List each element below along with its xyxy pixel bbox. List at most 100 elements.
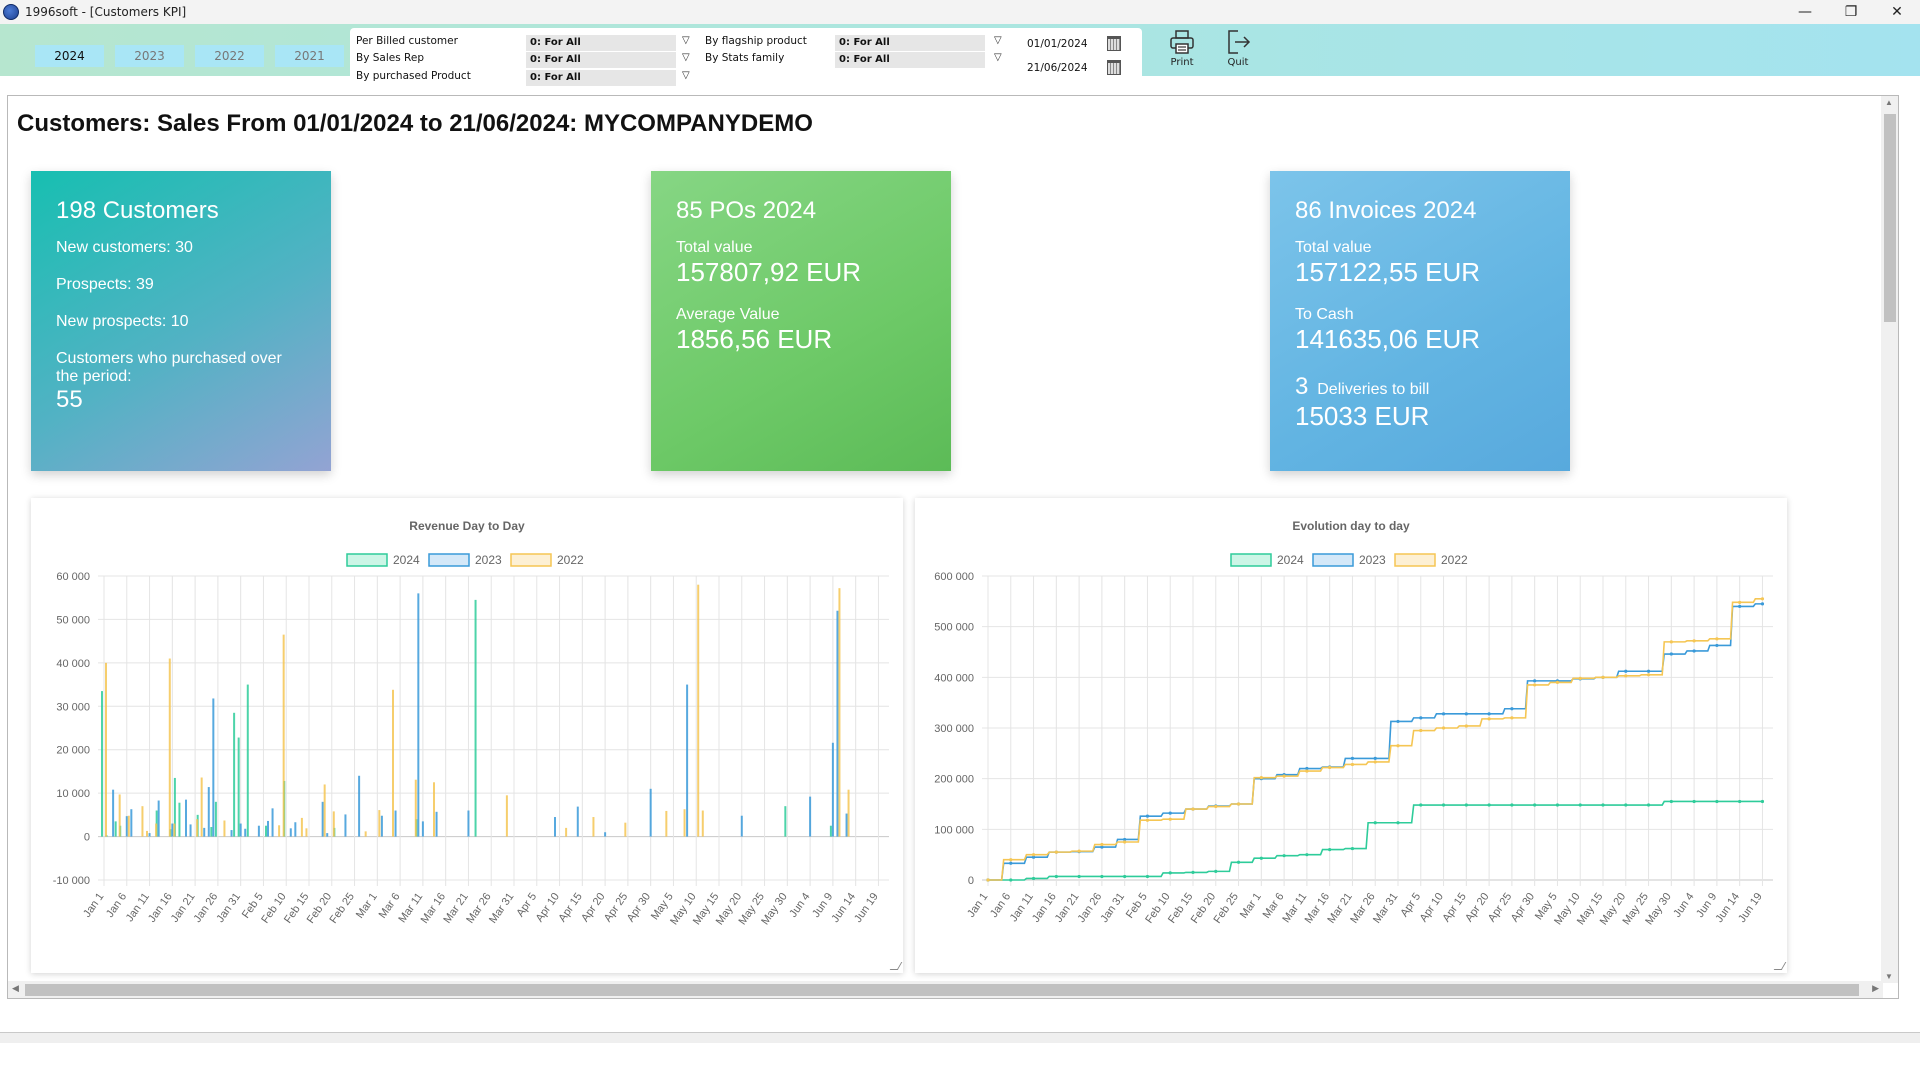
filter-sales-rep-select[interactable]: 0: For All bbox=[526, 52, 676, 68]
maximize-button[interactable]: ❐ bbox=[1828, 0, 1874, 24]
pos-total-value: 157807,92 EUR bbox=[676, 257, 862, 287]
x-tick-label: Jan 31 bbox=[1098, 891, 1127, 925]
scroll-right-icon[interactable]: ▶ bbox=[1872, 983, 1879, 994]
point-2022 bbox=[1601, 675, 1605, 679]
point-2022 bbox=[1555, 680, 1560, 684]
x-tick-label: Apr 30 bbox=[1509, 891, 1537, 924]
bar-2022 bbox=[168, 658, 171, 837]
year-button-2021[interactable]: 2021 bbox=[275, 45, 344, 67]
bar-2022 bbox=[847, 789, 850, 837]
dropdown-arrow-icon[interactable]: ▽ bbox=[682, 35, 690, 46]
bar-2022 bbox=[300, 817, 303, 837]
point-2023 bbox=[1738, 604, 1742, 608]
legend-label-2024: 2024 bbox=[1277, 553, 1304, 567]
x-tick-label: Mar 1 bbox=[1238, 891, 1264, 921]
y-tick-label: 500 000 bbox=[934, 622, 974, 634]
year-button-2023[interactable]: 2023 bbox=[115, 45, 184, 67]
year-button-2024[interactable]: 2024 bbox=[35, 45, 104, 67]
filter-purchased-product: By purchased Product 0: For All ▽ bbox=[356, 70, 696, 86]
point-2022 bbox=[1738, 600, 1742, 604]
point-2023 bbox=[1145, 814, 1150, 818]
dropdown-arrow-icon[interactable]: ▽ bbox=[682, 70, 690, 81]
bar-2023 bbox=[271, 808, 274, 837]
filter-billed-customer-select[interactable]: 0: For All bbox=[526, 35, 676, 51]
point-2022 bbox=[1715, 637, 1719, 641]
point-2024 bbox=[1350, 846, 1355, 851]
point-2022 bbox=[1077, 849, 1081, 853]
to-cash-label: To Cash bbox=[1295, 306, 1354, 323]
point-2022 bbox=[1692, 639, 1696, 643]
y-tick-label: 600 000 bbox=[934, 571, 974, 583]
bar-2023 bbox=[554, 817, 556, 837]
dropdown-arrow-icon[interactable]: ▽ bbox=[994, 52, 1002, 63]
point-2023 bbox=[1419, 716, 1423, 720]
point-2022 bbox=[986, 878, 990, 882]
point-2024 bbox=[1282, 854, 1286, 858]
bar-2023 bbox=[257, 825, 260, 837]
point-2024 bbox=[1738, 799, 1742, 804]
date-from-field[interactable]: 01/01/2024 bbox=[1027, 38, 1088, 50]
print-button[interactable]: Print bbox=[1156, 28, 1208, 74]
bar-2023 bbox=[686, 684, 689, 837]
legend-label-2023: 2023 bbox=[1359, 553, 1386, 567]
vertical-scrollbar[interactable]: ▲ ▼ bbox=[1881, 96, 1898, 983]
point-2022 bbox=[1009, 858, 1013, 862]
point-2024 bbox=[1624, 803, 1628, 807]
calendar-icon[interactable] bbox=[1107, 60, 1121, 75]
bar-2022 bbox=[364, 831, 367, 837]
scroll-up-icon[interactable]: ▲ bbox=[1885, 98, 1893, 107]
vertical-scroll-thumb[interactable] bbox=[1884, 114, 1896, 322]
horizontal-scrollbar[interactable]: ◀ ▶ bbox=[8, 981, 1883, 998]
bar-2024 bbox=[210, 827, 213, 837]
point-2023 bbox=[1373, 756, 1377, 760]
chart-title: Evolution day to day bbox=[1292, 519, 1410, 533]
invoices-kpi-card: 86 Invoices 2024 Total value 157122,55 E… bbox=[1270, 171, 1570, 471]
point-2022 bbox=[1464, 724, 1468, 728]
scroll-down-icon[interactable]: ▼ bbox=[1885, 972, 1893, 981]
bar-2022 bbox=[323, 784, 326, 837]
filter-purchased-product-select[interactable]: 0: For All bbox=[526, 70, 676, 86]
x-tick-label: Mar 1 bbox=[354, 891, 380, 921]
point-2022 bbox=[1214, 804, 1218, 809]
dropdown-arrow-icon[interactable]: ▽ bbox=[682, 52, 690, 63]
new-prospects: New prospects: 10 bbox=[56, 313, 189, 330]
legend-swatch-2023 bbox=[1312, 553, 1354, 567]
filter-stats-family-select[interactable]: 0: For All bbox=[835, 52, 985, 68]
bar-2024 bbox=[178, 802, 181, 837]
bar-2022 bbox=[105, 662, 107, 837]
new-customers: New customers: 30 bbox=[56, 239, 193, 256]
point-2024 bbox=[1009, 878, 1013, 882]
filter-flagship-product-select[interactable]: 0: For All bbox=[835, 35, 985, 51]
point-2024 bbox=[1191, 870, 1195, 874]
dropdown-arrow-icon[interactable]: ▽ bbox=[994, 35, 1002, 46]
bar-2023 bbox=[203, 827, 206, 837]
calendar-icon[interactable] bbox=[1107, 36, 1121, 51]
bar-2023 bbox=[112, 789, 115, 837]
point-2024 bbox=[1555, 803, 1560, 807]
quit-button[interactable]: Quit bbox=[1212, 28, 1264, 74]
y-tick-label: -10 000 bbox=[53, 875, 90, 887]
x-tick-label: Mar 31 bbox=[1371, 891, 1400, 926]
window-title: 1996soft - [Customers KPI] bbox=[25, 5, 187, 19]
bar-2023 bbox=[289, 828, 292, 837]
point-2022 bbox=[1100, 842, 1104, 847]
scroll-left-icon[interactable]: ◀ bbox=[12, 983, 19, 994]
customers-kpi-card: 198 Customers New customers: 30 Prospect… bbox=[31, 171, 331, 471]
point-2024 bbox=[1692, 799, 1696, 804]
point-2022 bbox=[1669, 640, 1673, 644]
minimize-button[interactable]: — bbox=[1782, 0, 1828, 24]
customers-heading: 198 Customers bbox=[56, 197, 219, 224]
bar-2023 bbox=[148, 833, 151, 837]
horizontal-scroll-thumb[interactable] bbox=[25, 984, 1859, 996]
filter-label: By flagship product bbox=[705, 35, 807, 47]
year-button-2022[interactable]: 2022 bbox=[195, 45, 264, 67]
date-to-field[interactable]: 21/06/2024 bbox=[1027, 62, 1088, 74]
close-button[interactable]: ✕ bbox=[1874, 0, 1920, 24]
pos-heading: 85 POs 2024 bbox=[676, 197, 817, 224]
bar-2024 bbox=[114, 821, 117, 837]
x-tick-label: Jan 1 bbox=[81, 891, 106, 920]
point-2023 bbox=[1646, 669, 1651, 673]
point-2022 bbox=[1123, 840, 1127, 844]
filter-billed-customer: Per Billed customer 0: For All ▽ bbox=[356, 35, 696, 51]
bar-2022 bbox=[305, 828, 308, 837]
